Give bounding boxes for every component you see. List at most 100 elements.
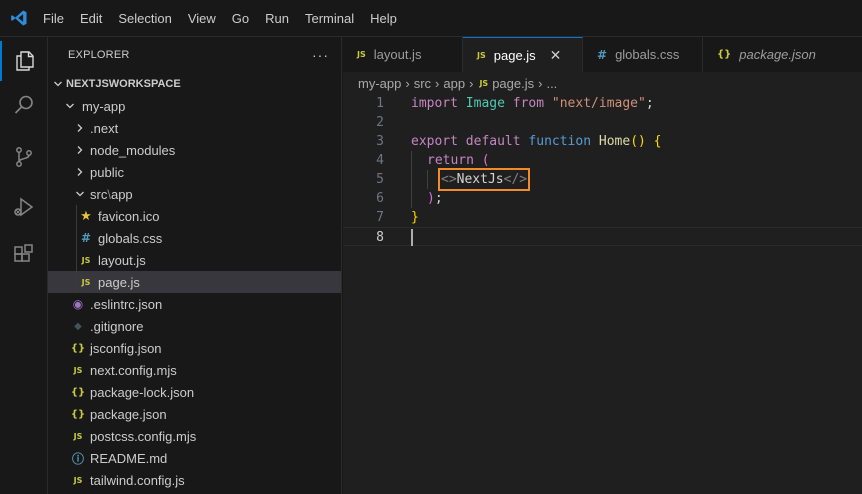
tab-layout-js[interactable]: JS layout.js bbox=[343, 37, 463, 72]
tab-globals-css[interactable]: # globals.css bbox=[583, 37, 703, 72]
keyword: function bbox=[528, 134, 592, 149]
menu-go[interactable]: Go bbox=[224, 0, 257, 37]
tree-file-jsconfig[interactable]: {} jsconfig.json bbox=[48, 337, 341, 359]
tree-file-package-lock[interactable]: {} package-lock.json bbox=[48, 381, 341, 403]
tree-file-favicon[interactable]: ★ favicon.ico bbox=[48, 205, 341, 227]
tree-label: node_modules bbox=[90, 142, 176, 158]
jsx-text: NextJs bbox=[456, 172, 504, 187]
code-line-1: 1 import Image from "next/image"; bbox=[343, 94, 862, 113]
tree-label: globals.css bbox=[98, 230, 163, 246]
eslint-file-icon: ◉ bbox=[72, 297, 84, 311]
json-file-icon: {} bbox=[717, 49, 732, 60]
js-file-icon: JS bbox=[479, 78, 489, 88]
breadcrumb-src[interactable]: src bbox=[414, 76, 431, 91]
tree-folder-next[interactable]: .next bbox=[48, 117, 341, 139]
menu-run[interactable]: Run bbox=[257, 0, 297, 37]
line-number: 3 bbox=[376, 134, 384, 149]
punctuation: ; bbox=[645, 96, 654, 111]
tab-package-json[interactable]: {} package.json bbox=[703, 37, 862, 72]
tree-label: README.md bbox=[90, 450, 168, 466]
indent-guide bbox=[76, 249, 77, 271]
line-number: 2 bbox=[376, 115, 384, 130]
tree-label: .next bbox=[90, 120, 119, 136]
tree-folder-node-modules[interactable]: node_modules bbox=[48, 139, 341, 161]
tree-file-globals-css[interactable]: # globals.css bbox=[48, 227, 341, 249]
menu-edit[interactable]: Edit bbox=[72, 0, 110, 37]
line-number: 6 bbox=[376, 191, 384, 206]
code-text: ); bbox=[427, 189, 443, 208]
code-text: import Image from "next/image"; bbox=[411, 94, 654, 113]
source-control-icon[interactable] bbox=[0, 137, 48, 177]
keyword: default bbox=[465, 134, 521, 149]
tree-file-next-config[interactable]: JS next.config.mjs bbox=[48, 359, 341, 381]
explorer-title: EXPLORER bbox=[68, 49, 130, 61]
code-line-5: 5 <>NextJs</> bbox=[343, 168, 862, 191]
function-name: Home bbox=[598, 134, 631, 149]
keyword: from bbox=[512, 96, 545, 111]
editor-tabs: JS layout.js JS page.js ✕ # globals.css … bbox=[343, 37, 862, 73]
search-icon[interactable] bbox=[0, 85, 48, 125]
menu-terminal[interactable]: Terminal bbox=[297, 0, 362, 37]
tree-folder-my-app[interactable]: my-app bbox=[48, 95, 341, 117]
js-file-icon: JS bbox=[73, 365, 83, 375]
tree-label: favicon.ico bbox=[98, 208, 160, 224]
code-line-4: 4 return ( bbox=[343, 151, 862, 170]
tree-label: package.json bbox=[90, 406, 167, 422]
menu-help[interactable]: Help bbox=[362, 0, 405, 37]
punctuation: } bbox=[411, 210, 419, 225]
chevron-down-icon bbox=[50, 76, 66, 92]
vscode-logo-icon bbox=[0, 0, 38, 37]
tree-file-postcss-config[interactable]: JS postcss.config.mjs bbox=[48, 425, 341, 447]
tree-file-page-js[interactable]: JS page.js bbox=[48, 271, 341, 293]
breadcrumb-app[interactable]: app bbox=[443, 76, 465, 91]
punctuation: ; bbox=[434, 191, 443, 206]
tree-label: .eslintrc.json bbox=[90, 296, 163, 312]
breadcrumb-page-js[interactable]: page.js bbox=[492, 76, 534, 91]
tab-label: globals.css bbox=[615, 47, 680, 62]
tree-label: my-app bbox=[82, 98, 126, 114]
keyword: import bbox=[411, 96, 458, 111]
breadcrumb-symbols[interactable]: ... bbox=[546, 76, 557, 91]
tree-file-gitignore[interactable]: ◆ .gitignore bbox=[48, 315, 341, 337]
code-line-6: 6 ); bbox=[343, 189, 862, 208]
code-line-3: 3 export default function Home() { bbox=[343, 132, 862, 151]
run-debug-icon[interactable] bbox=[0, 187, 48, 227]
close-icon[interactable]: ✕ bbox=[550, 47, 562, 64]
chevron-down-icon bbox=[62, 98, 78, 114]
activity-bar bbox=[0, 37, 48, 494]
tree-file-readme[interactable]: ⓘ README.md bbox=[48, 447, 341, 469]
explorer-icon[interactable] bbox=[0, 41, 48, 81]
menu-view[interactable]: View bbox=[180, 0, 224, 37]
jsx-tag: <> bbox=[441, 172, 457, 187]
favicon-star-icon: ★ bbox=[80, 208, 92, 224]
tree-file-layout-js[interactable]: JS layout.js bbox=[48, 249, 341, 271]
tree-file-package-json[interactable]: {} package.json bbox=[48, 403, 341, 425]
indent-guide bbox=[411, 189, 412, 208]
line-number: 8 bbox=[376, 230, 384, 245]
indent-guide bbox=[411, 170, 412, 189]
js-file-icon: JS bbox=[81, 277, 91, 287]
tree-file-tailwind-config[interactable]: JS tailwind.config.js bbox=[48, 469, 341, 491]
extensions-icon[interactable] bbox=[0, 235, 48, 275]
more-actions-icon[interactable]: ··· bbox=[312, 47, 329, 63]
menu-selection[interactable]: Selection bbox=[110, 0, 179, 37]
chevron-right-icon bbox=[72, 142, 88, 158]
line-number: 1 bbox=[376, 96, 384, 111]
workspace-folder[interactable]: NEXTJSWORKSPACE bbox=[48, 73, 341, 95]
tree-file-eslintrc[interactable]: ◉ .eslintrc.json bbox=[48, 293, 341, 315]
chevron-right-icon: › bbox=[405, 75, 410, 91]
tree-label: public bbox=[90, 164, 124, 180]
punctuation: () bbox=[630, 134, 646, 149]
json-file-icon: {} bbox=[70, 386, 86, 398]
breadcrumb-my-app[interactable]: my-app bbox=[358, 76, 401, 91]
indent-guide bbox=[76, 271, 77, 293]
code-editor[interactable]: 1 import Image from "next/image"; 2 3 ex… bbox=[343, 94, 862, 494]
menu-file[interactable]: File bbox=[38, 0, 72, 37]
tab-page-js[interactable]: JS page.js ✕ bbox=[463, 37, 583, 73]
line-number: 7 bbox=[376, 210, 384, 225]
tree-label: page.js bbox=[98, 274, 140, 290]
highlighted-fragment: <>NextJs</> bbox=[437, 168, 531, 191]
title-bar: File Edit Selection View Go Run Terminal… bbox=[0, 0, 862, 37]
tree-folder-public[interactable]: public bbox=[48, 161, 341, 183]
tree-folder-src-app[interactable]: src \ app bbox=[48, 183, 341, 205]
